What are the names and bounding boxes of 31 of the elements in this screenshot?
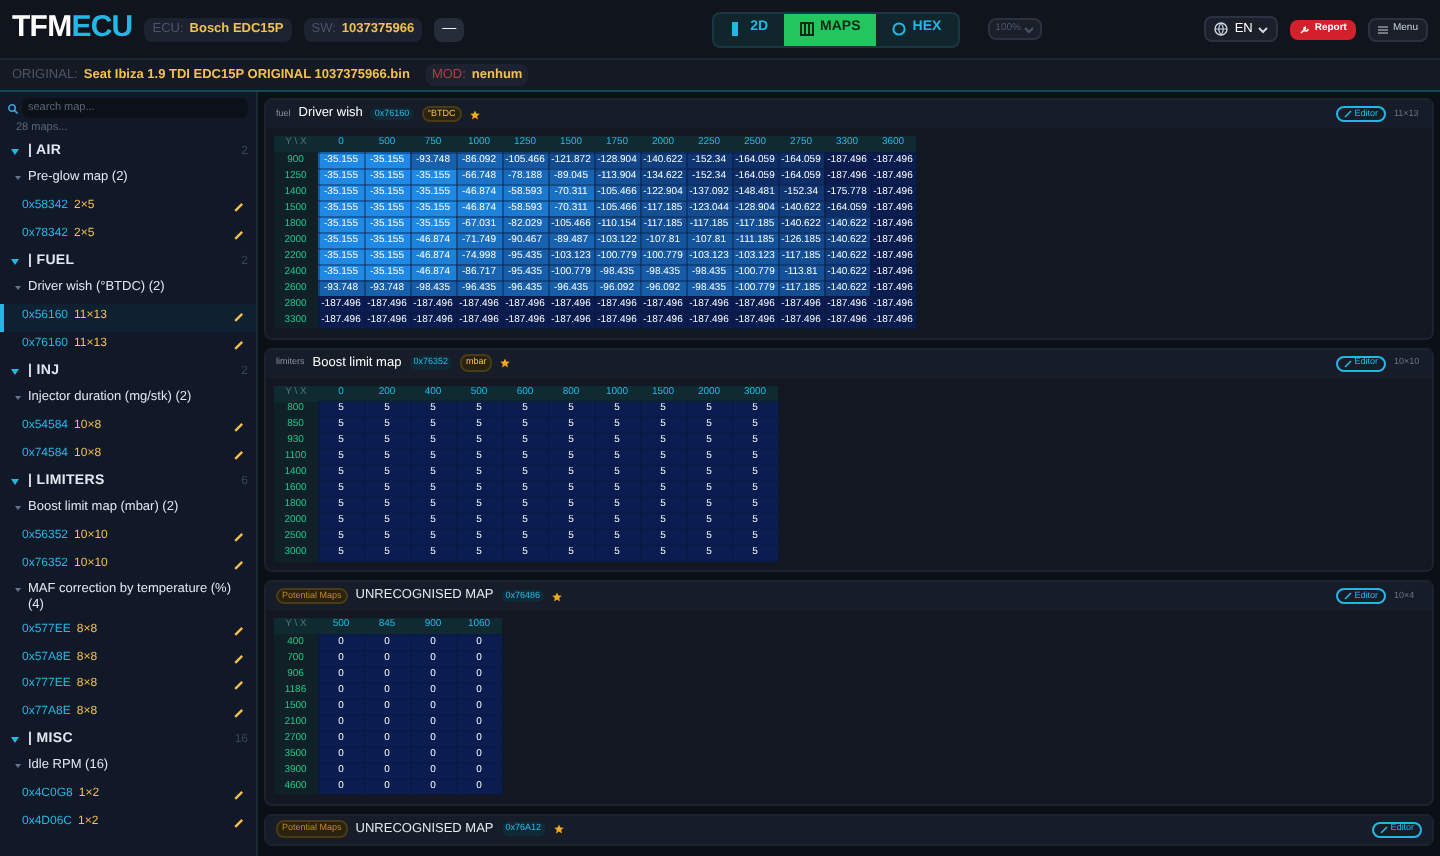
pencil-icon (234, 229, 244, 240)
star-icon (469, 109, 480, 119)
pencil-icon (234, 680, 244, 691)
grid-icon (800, 22, 815, 36)
caret-icon (1024, 25, 1035, 33)
pencil-icon (234, 202, 244, 213)
pencil-icon (234, 422, 244, 433)
circle-icon (892, 22, 907, 36)
pencil-icon (234, 532, 244, 543)
star-icon (500, 358, 511, 368)
pencil-icon (234, 339, 244, 350)
pencil-icon (1380, 825, 1389, 833)
pencil-icon (234, 449, 244, 460)
pencil-icon (234, 707, 244, 718)
star-icon (553, 824, 564, 834)
search-icon (8, 103, 18, 113)
app-logo: TFMECU (12, 8, 133, 49)
pencil-icon (234, 790, 244, 801)
star-icon (552, 591, 563, 601)
menu-icon (1378, 25, 1389, 33)
pencil-icon (234, 626, 244, 637)
caret-icon (1258, 25, 1269, 33)
pencil-icon (1344, 359, 1353, 367)
pencil-icon (1344, 592, 1353, 600)
globe-icon (1214, 22, 1229, 36)
pencil-icon (234, 559, 244, 570)
pencil-icon (1344, 110, 1353, 118)
pencil-icon (234, 653, 244, 664)
wrench-icon (1300, 24, 1311, 34)
pencil-icon (234, 817, 244, 828)
pencil-icon (234, 312, 244, 323)
